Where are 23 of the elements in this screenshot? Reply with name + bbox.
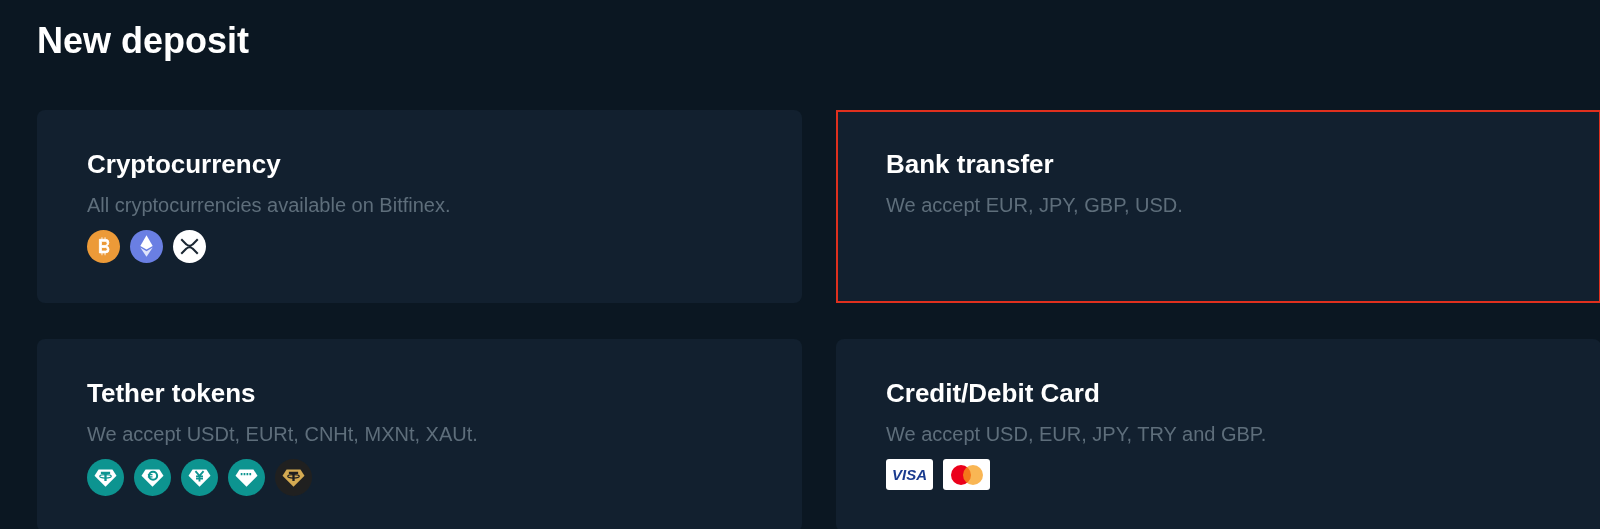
method-description: We accept USDt, EURt, CNHt, MXNt, XAUt. (87, 423, 479, 446)
dark-tether-coin-icon (275, 459, 312, 496)
method-description: We accept USD, EUR, JPY, TRY and GBP. (886, 423, 1268, 446)
diamond-coin-icon (130, 230, 163, 263)
method-title: Cryptocurrency (87, 149, 282, 180)
method-title: Bank transfer (886, 149, 1055, 180)
method-title: Credit/Debit Card (886, 378, 1101, 409)
deposit-method-card[interactable]: Credit/Debit Card We accept USD, EUR, JPY, TRY and GBP. VISA (836, 339, 1600, 529)
deposit-method-card[interactable]: Tether tokens We accept USDt, EURt, CNHt, MXNt, XAUt. (37, 339, 802, 529)
mastercard-logo (943, 459, 990, 490)
method-description: All cryptocurrencies available on Bitfinex. (87, 194, 452, 217)
x-coin-icon (173, 230, 206, 263)
visa-logo: VISA (886, 459, 933, 490)
tether-icon (87, 459, 124, 496)
yuan-tether-icon (181, 459, 218, 496)
euro-tether-icon (134, 459, 171, 496)
page-title: New deposit (37, 19, 251, 63)
bitcoin-icon (87, 230, 120, 263)
peso-tether-icon (228, 459, 265, 496)
deposit-method-card[interactable]: Bank transfer We accept EUR, JPY, GBP, USD. (836, 110, 1600, 303)
method-title: Tether tokens (87, 378, 257, 409)
deposit-method-card[interactable]: Cryptocurrency All cryptocurrencies available on Bitfinex. (37, 110, 802, 303)
method-description: We accept EUR, JPY, GBP, USD. (886, 194, 1184, 217)
